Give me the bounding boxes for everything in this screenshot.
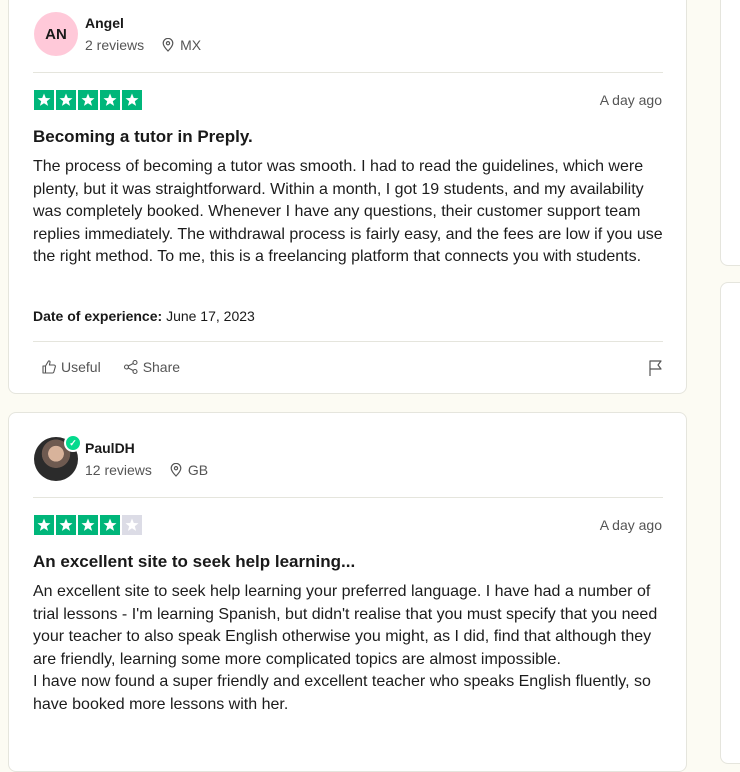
star-rating [34,90,142,110]
useful-button[interactable]: Useful [41,359,101,375]
reviewer-location: MX [180,37,202,53]
star-filled-icon [100,90,120,110]
review-paragraph: I have now found a super friendly and ex… [33,673,651,713]
sidebar-card-bottom [720,282,740,764]
review-actions: Useful Share [41,359,180,375]
share-icon [123,359,138,375]
divider [33,72,663,73]
experience-date: June 17, 2023 [166,308,255,324]
verified-check-icon: ✓ [64,434,82,452]
reviewer-name[interactable]: Angel [85,15,124,31]
report-flag-icon[interactable] [648,359,664,382]
share-button[interactable]: Share [123,359,180,375]
review-date: A day ago [599,92,662,108]
star-filled-icon [56,515,76,535]
star-filled-icon [100,515,120,535]
review-date: A day ago [599,517,662,533]
useful-label: Useful [61,359,101,375]
review-paragraph: An excellent site to seek help learning … [33,583,658,668]
thumbs-up-icon [42,360,56,374]
review-card: ✓ PaulDH 12 reviews GB A day ago An exce… [8,412,687,772]
review-body: The process of becoming a tutor was smoo… [33,156,673,269]
reviewer-meta: 2 reviews MX [85,37,201,53]
star-filled-icon [56,90,76,110]
star-filled-icon [122,90,142,110]
star-empty-icon [122,515,142,535]
sidebar-card-top [720,0,740,266]
reviewer-name[interactable]: PaulDH [85,440,135,456]
review-count: 12 reviews [85,462,152,478]
reviewer-location: GB [187,462,209,478]
star-filled-icon [78,90,98,110]
share-label: Share [142,359,181,375]
star-filled-icon [78,515,98,535]
divider [33,497,663,498]
review-title[interactable]: An excellent site to seek help learning.… [33,552,355,572]
review-paragraph: The process of becoming a tutor was smoo… [33,158,663,265]
review-card: AN Angel 2 reviews MX A day ago Becoming… [8,0,687,394]
star-rating [34,515,142,535]
location-pin-icon [170,463,182,477]
experience-label: Date of experience: [33,308,163,324]
divider [33,341,663,342]
review-title[interactable]: Becoming a tutor in Preply. [33,127,253,147]
avatar[interactable]: AN [34,12,78,56]
avatar[interactable]: ✓ [34,434,82,481]
reviewer-meta: 12 reviews GB [85,462,208,478]
location-pin-icon [162,38,174,52]
star-filled-icon [34,515,54,535]
star-filled-icon [34,90,54,110]
review-body: An excellent site to seek help learning … [33,581,673,716]
review-count: 2 reviews [85,37,145,53]
date-of-experience: Date of experience: June 17, 2023 [33,308,255,324]
